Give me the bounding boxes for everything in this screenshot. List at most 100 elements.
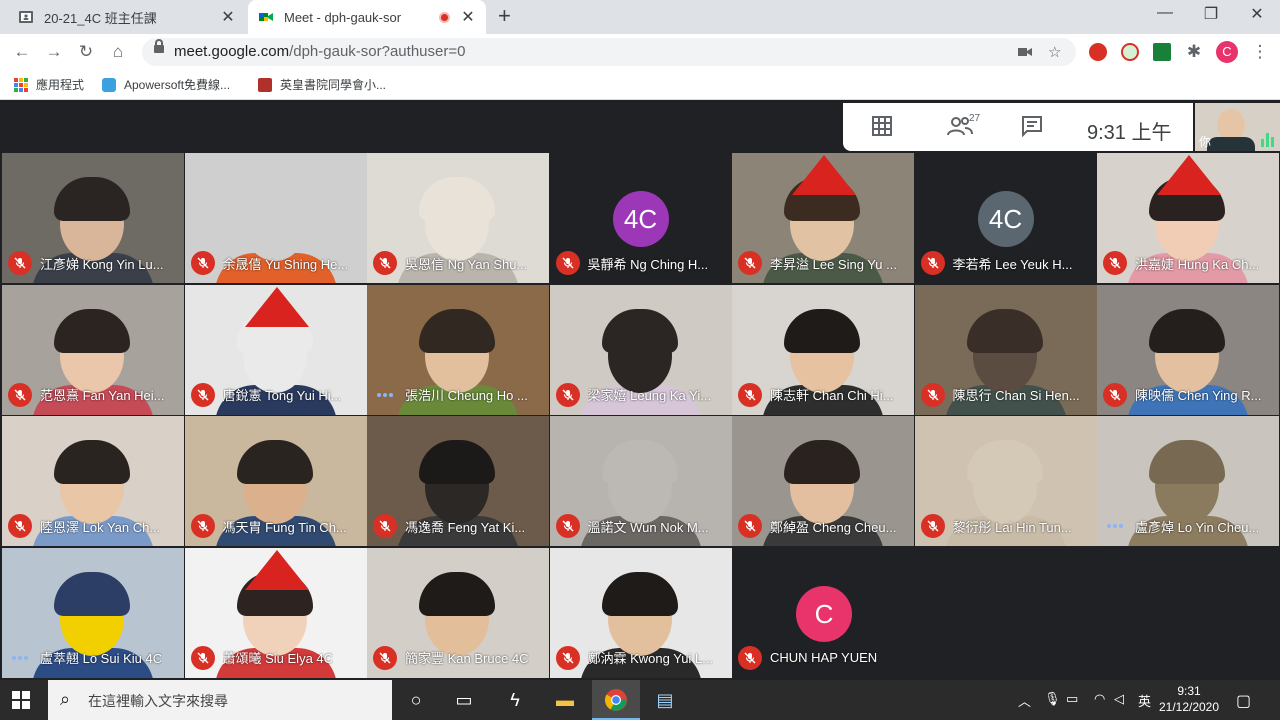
participant-name: 李若希 Lee Yeuk H... — [952, 256, 1073, 272]
volume-icon[interactable]: ◁ — [1114, 691, 1124, 707]
chrome-taskbar-button[interactable] — [592, 680, 640, 720]
participant-tile[interactable]: 蕭頌曦 Siu Elya 4C — [184, 547, 367, 678]
participant-label: CHUN HAP YUEN — [738, 645, 1092, 670]
muted-mic-icon — [190, 645, 215, 670]
participant-label: 吳恩信 Ng Yan Shu... — [373, 251, 545, 275]
participant-label: 黎衍彤 Lai Hin Tun... — [920, 514, 1093, 538]
participant-name: 李昇溢 Lee Sing Yu ... — [770, 256, 897, 272]
participant-label: 簡家豐 Kan Bruce 4C — [373, 645, 545, 670]
participant-name: 鄭綽盈 Cheng Cheu... — [770, 519, 897, 535]
battery-icon[interactable]: ▭ — [1066, 691, 1078, 707]
app-lightning-icon[interactable]: ϟ — [503, 688, 527, 712]
muted-mic-icon — [555, 645, 580, 670]
taskbar-search-box[interactable]: ⌕ 在這裡輸入文字來搜尋 — [48, 680, 392, 720]
participant-tile[interactable]: 黎衍彤 Lai Hin Tun... — [914, 416, 1097, 546]
participant-name: 梁家嬉 Leung Ka Yi... — [587, 388, 712, 403]
participant-tile[interactable]: C CHUN HAP YUEN — [732, 547, 1096, 678]
bookmarks-bar: 應用程式 Apowersoft免費線... 英皇書院同學會小... — [0, 70, 1280, 100]
participant-tile[interactable]: 李昇溢 Lee Sing Yu ... — [732, 153, 914, 283]
sheets-extension-icon[interactable] — [1153, 43, 1171, 61]
participant-name: 鄺汭霖 Kwong Yui L... — [587, 651, 714, 666]
participant-label: 范恩熹 Fan Yan Hei... — [8, 382, 180, 407]
participant-tile[interactable]: 馮天胄 Fung Tin Ch... — [184, 416, 367, 546]
participant-tile[interactable]: 盧彥焯 Lo Yin Cheu... — [1097, 416, 1279, 546]
close-tab-icon[interactable]: ✕ — [460, 7, 476, 27]
participant-label: 江彥娣 Kong Yin Lu... — [8, 251, 180, 275]
extension-icon[interactable] — [1121, 43, 1139, 61]
participant-tile[interactable]: 洪嘉婕 Hung Ka Ch... — [1097, 153, 1279, 283]
participant-name: 陳映儒 Chen Ying R... — [1135, 388, 1262, 403]
participant-tile[interactable]: 4C 吳靜希 Ng Ching H... — [549, 153, 732, 283]
minimize-icon[interactable]: — — [1155, 4, 1175, 22]
participant-name: 盧彥焯 Lo Yin Cheu... — [1135, 519, 1260, 535]
self-view-tile[interactable]: 你 — [1195, 103, 1280, 151]
bookmark-apowersoft[interactable]: Apowersoft免費線... — [102, 76, 230, 93]
participant-tile[interactable]: 馮逸喬 Feng Yat Ki... — [367, 416, 549, 546]
task-view-icon[interactable]: ▭ — [452, 688, 476, 712]
new-tab-button[interactable]: + — [498, 5, 511, 27]
close-window-icon[interactable]: ✕ — [1247, 4, 1267, 24]
bookmark-star-icon[interactable]: ☆ — [1048, 43, 1061, 61]
participant-tile[interactable]: 范恩熹 Fan Yan Hei... — [2, 284, 184, 415]
participant-tile[interactable]: 陳映儒 Chen Ying R... — [1097, 284, 1279, 415]
speaking-indicator-icon — [373, 383, 397, 407]
muted-mic-icon — [190, 251, 215, 275]
chat-icon[interactable] — [1021, 115, 1043, 143]
muted-mic-icon — [1103, 382, 1127, 407]
home-icon[interactable]: ⌂ — [106, 40, 130, 64]
address-bar[interactable]: meet.google.com/dph-gauk-sor?authuser=0 … — [142, 38, 1076, 66]
participant-tile[interactable]: 余晟僖 Yu Shing He... — [184, 153, 367, 283]
participant-label: 唐銳憲 Tong Yui Hi... — [190, 382, 363, 407]
muted-mic-icon — [8, 382, 32, 407]
santa-hat — [244, 549, 309, 590]
tile-layout-icon[interactable] — [871, 115, 893, 143]
participant-tile[interactable]: 吳恩信 Ng Yan Shu... — [367, 153, 549, 283]
pinned-app-icon[interactable]: ▤ — [653, 688, 677, 712]
tab-class-teacher[interactable]: 20-21_4C 班主任課 ✕ — [8, 0, 246, 34]
reload-icon[interactable]: ↻ — [74, 40, 98, 64]
participant-tile[interactable]: 盧萃翹 Lo Sui Kiu 4C — [2, 547, 184, 678]
search-placeholder: 在這裡輸入文字來搜尋 — [88, 693, 228, 709]
show-hidden-icons-icon[interactable]: ︿ — [1018, 691, 1031, 710]
participant-tile[interactable]: 唐銳憲 Tong Yui Hi... — [184, 284, 367, 415]
apowersoft-icon — [102, 77, 116, 92]
muted-mic-icon — [738, 645, 762, 670]
bookmark-alumni[interactable]: 英皇書院同學會小... — [258, 76, 386, 93]
speaking-indicator-icon — [1103, 514, 1127, 538]
microphone-tray-icon[interactable]: 🎙 — [1044, 691, 1061, 707]
puzzle-extensions-icon[interactable]: ✱ — [1182, 40, 1206, 64]
participant-tile[interactable]: 梁家嬉 Leung Ka Yi... — [549, 284, 732, 415]
participant-name: 吳恩信 Ng Yan Shu... — [405, 256, 528, 272]
participant-tile[interactable]: 4C 李若希 Lee Yeuk H... — [914, 153, 1097, 283]
participant-tile[interactable]: 陳志軒 Chan Chi Hi... — [732, 284, 914, 415]
forward-icon[interactable]: → — [42, 40, 66, 64]
participant-tile[interactable]: 溫諾文 Wun Nok M... — [549, 416, 732, 546]
participant-label: 梁家嬉 Leung Ka Yi... — [555, 382, 728, 407]
close-tab-icon[interactable]: ✕ — [220, 7, 236, 27]
muted-mic-icon — [920, 514, 945, 538]
profile-avatar[interactable]: C — [1216, 41, 1238, 63]
participant-tile[interactable]: 簡家豐 Kan Bruce 4C — [367, 547, 549, 678]
bookmark-apps[interactable]: 應用程式 — [14, 76, 84, 93]
wifi-icon[interactable]: ◠ — [1094, 691, 1105, 707]
taskbar-clock[interactable]: 9:31 21/12/2020 — [1158, 683, 1220, 715]
santa-hat — [244, 286, 309, 327]
ime-indicator[interactable]: 英 — [1138, 691, 1151, 710]
participant-tile[interactable]: 陳思行 Chan Si Hen... — [914, 284, 1097, 415]
adblock-extension-icon[interactable] — [1089, 43, 1107, 61]
participant-tile[interactable]: 鄺汭霖 Kwong Yui L... — [549, 547, 732, 678]
muted-mic-icon — [738, 251, 762, 275]
back-icon[interactable]: ← — [10, 40, 34, 64]
notifications-icon[interactable]: ▢ — [1236, 691, 1251, 711]
participant-tile[interactable]: 陸恩澤 Lok Yan Ch... — [2, 416, 184, 546]
restore-icon[interactable]: ❐ — [1201, 4, 1221, 24]
participant-tile[interactable]: 江彥娣 Kong Yin Lu... — [2, 153, 184, 283]
windows-start-icon[interactable] — [12, 691, 30, 709]
cortana-icon[interactable]: ○ — [404, 688, 428, 712]
participant-tile[interactable]: 張浩川 Cheung Ho ... — [367, 284, 549, 415]
tab-meet[interactable]: Meet - dph-gauk-sor ✕ — [248, 0, 486, 34]
participant-tile[interactable]: 鄭綽盈 Cheng Cheu... — [732, 416, 914, 546]
file-explorer-icon[interactable]: ▬ — [553, 688, 577, 712]
menu-icon[interactable]: ⋮ — [1248, 40, 1272, 64]
camera-icon[interactable] — [1018, 43, 1032, 63]
